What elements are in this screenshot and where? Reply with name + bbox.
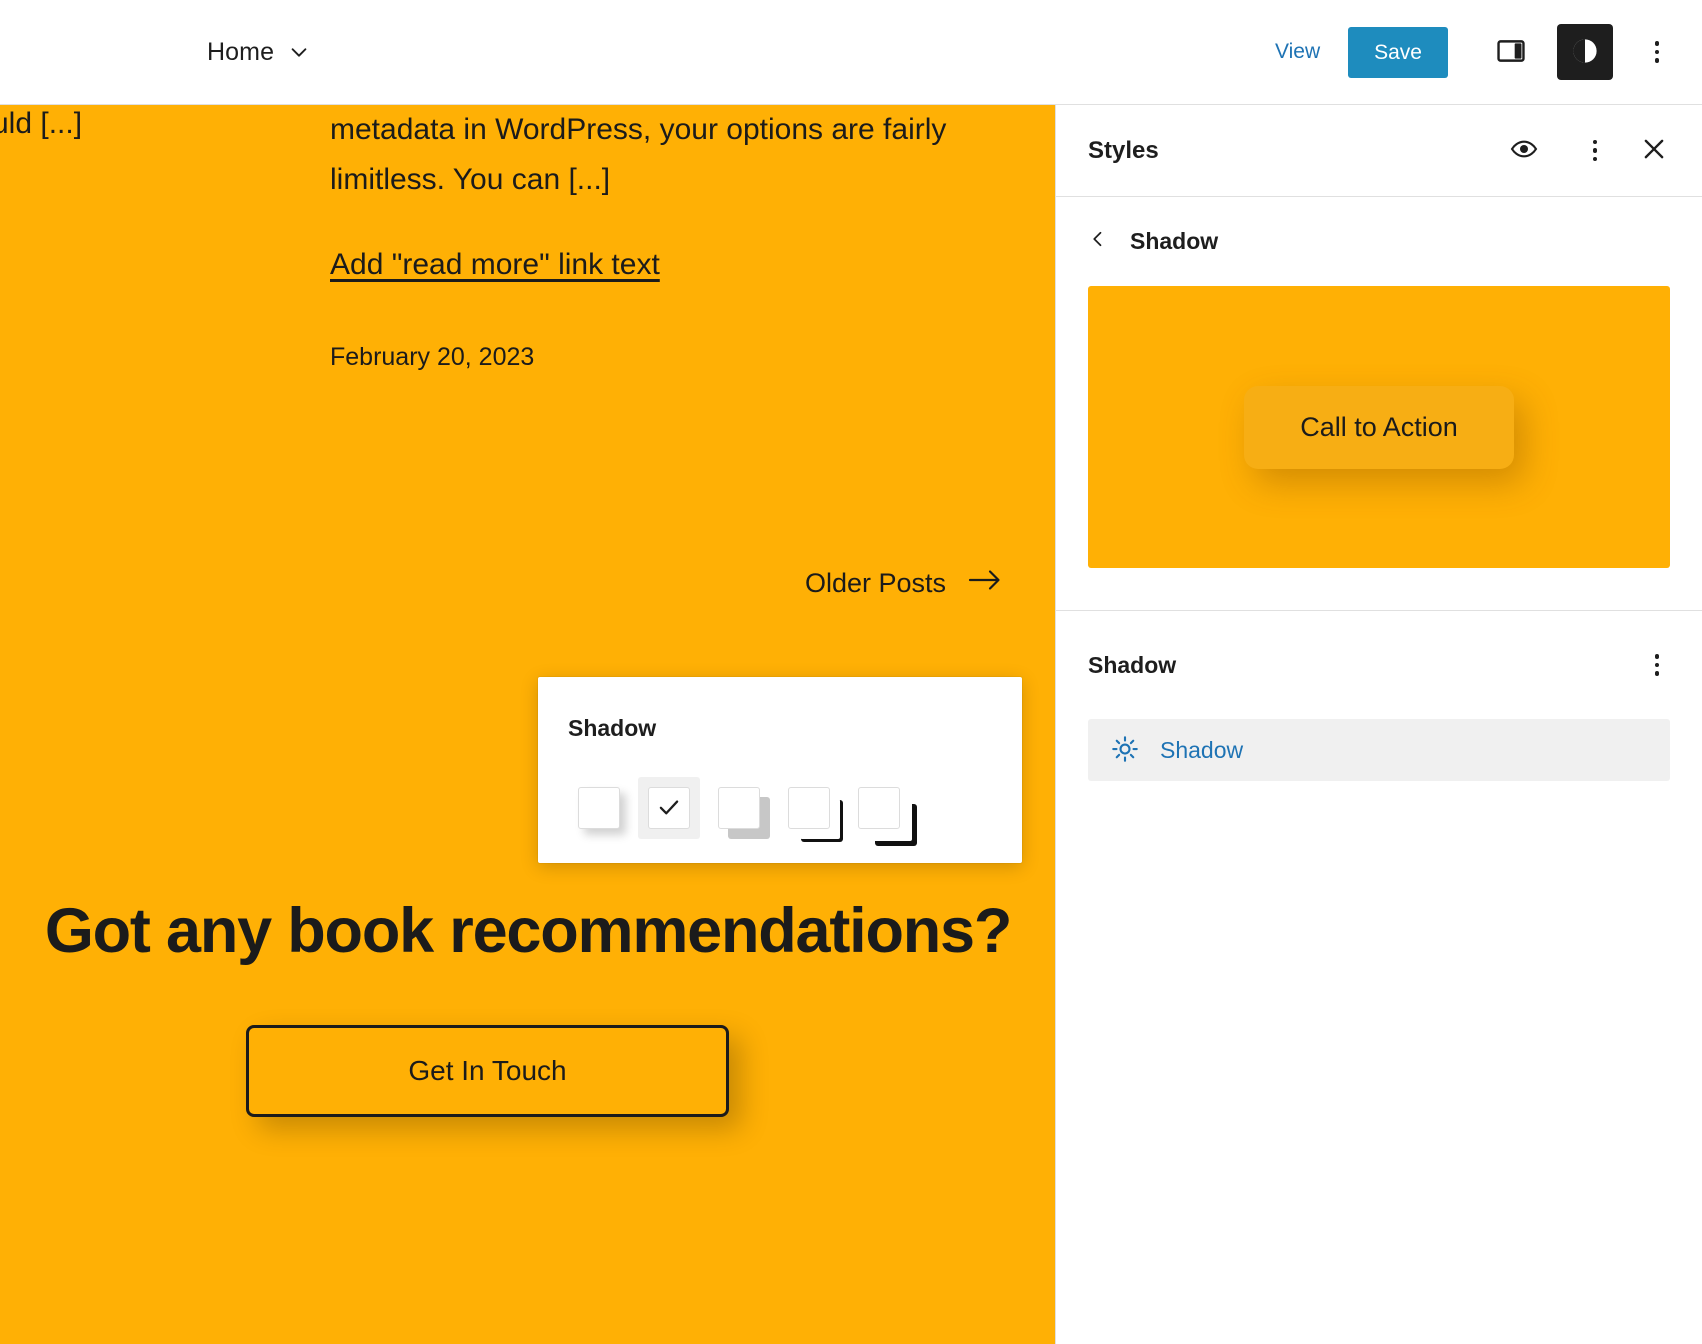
older-posts-label: Older Posts	[805, 568, 947, 598]
styles-sidebar-header: Styles	[1056, 105, 1702, 197]
preview-call-to-action-button: Call to Action	[1244, 385, 1514, 469]
chevron-left-icon	[1088, 227, 1108, 256]
shadow-swatch-outlined[interactable]	[848, 777, 910, 839]
styles-contrast-icon	[1568, 34, 1602, 71]
styles-header-actions	[1498, 123, 1680, 179]
toolbar-right-group: View Save	[1257, 24, 1702, 80]
more-options-kebab-icon	[1592, 139, 1598, 162]
shadow-section-header: Shadow	[1056, 611, 1702, 713]
styles-toggle-button[interactable]	[1557, 24, 1613, 80]
style-preview-card[interactable]: Call to Action	[1088, 286, 1670, 568]
more-options-kebab-icon	[1654, 654, 1660, 676]
shadow-preview-square	[648, 787, 690, 829]
shadow-preview-square	[718, 787, 760, 829]
editor-toolbar: Home View Save	[0, 0, 1702, 105]
site-editor-canvas: uld [...] metadata in WordPress, your op…	[0, 105, 1055, 1344]
shadow-preview-square	[578, 787, 620, 829]
more-options-kebab-icon	[1654, 41, 1660, 63]
shine-sun-icon	[1110, 734, 1140, 767]
post-excerpt-left-fragment: uld [...]	[0, 107, 83, 140]
styles-more-options-button[interactable]	[1572, 123, 1618, 179]
sidebar-panel-toggle-button[interactable]	[1483, 24, 1539, 80]
view-button[interactable]: View	[1257, 30, 1338, 74]
shadow-swatch-none[interactable]	[638, 777, 700, 839]
document-title: Home	[207, 37, 275, 66]
more-options-button[interactable]	[1634, 24, 1680, 80]
older-posts-link[interactable]: Older Posts	[805, 568, 1002, 599]
shadow-swatch-row	[568, 777, 910, 839]
shadow-section-title: Shadow	[1088, 651, 1177, 678]
styles-panel-title: Styles	[1088, 136, 1159, 164]
save-button[interactable]: Save	[1348, 26, 1448, 78]
shadow-picker-popover: Shadow	[538, 677, 1022, 863]
shadow-swatch-natural[interactable]	[568, 777, 630, 839]
eye-icon	[1508, 133, 1540, 168]
styles-back-navigation[interactable]: Shadow	[1056, 197, 1702, 272]
styles-back-label: Shadow	[1130, 228, 1219, 254]
document-switcher[interactable]: Home	[197, 30, 320, 75]
shadow-swatch-deep[interactable]	[708, 777, 770, 839]
close-styles-button[interactable]	[1628, 125, 1680, 177]
read-more-link[interactable]: Add "read more" link text	[330, 248, 660, 282]
style-book-preview-button[interactable]	[1498, 125, 1550, 177]
close-x-icon	[1639, 134, 1669, 167]
post-excerpt-text: metadata in WordPress, your options are …	[330, 113, 947, 196]
sidebar-panel-icon	[1494, 34, 1528, 71]
chevron-down-icon	[288, 41, 310, 63]
shadow-section-more-button[interactable]	[1634, 637, 1680, 693]
get-in-touch-button[interactable]: Get In Touch	[246, 1025, 729, 1117]
shadow-list-item-label: Shadow	[1160, 736, 1244, 763]
checkmark-icon	[656, 794, 682, 823]
styles-sidebar: Styles Shadow Call to Action Shadow Shad…	[1055, 105, 1702, 1344]
post-date: February 20, 2023	[330, 343, 535, 371]
cta-heading: Got any book recommendations?	[44, 896, 1013, 966]
arrow-right-icon	[968, 568, 1002, 599]
shadow-list-item[interactable]: Shadow	[1088, 719, 1670, 781]
shadow-popover-title: Shadow	[568, 715, 657, 741]
shadow-swatch-sharp[interactable]	[778, 777, 840, 839]
shadow-preview-square	[858, 787, 900, 829]
shadow-preview-square	[788, 787, 830, 829]
